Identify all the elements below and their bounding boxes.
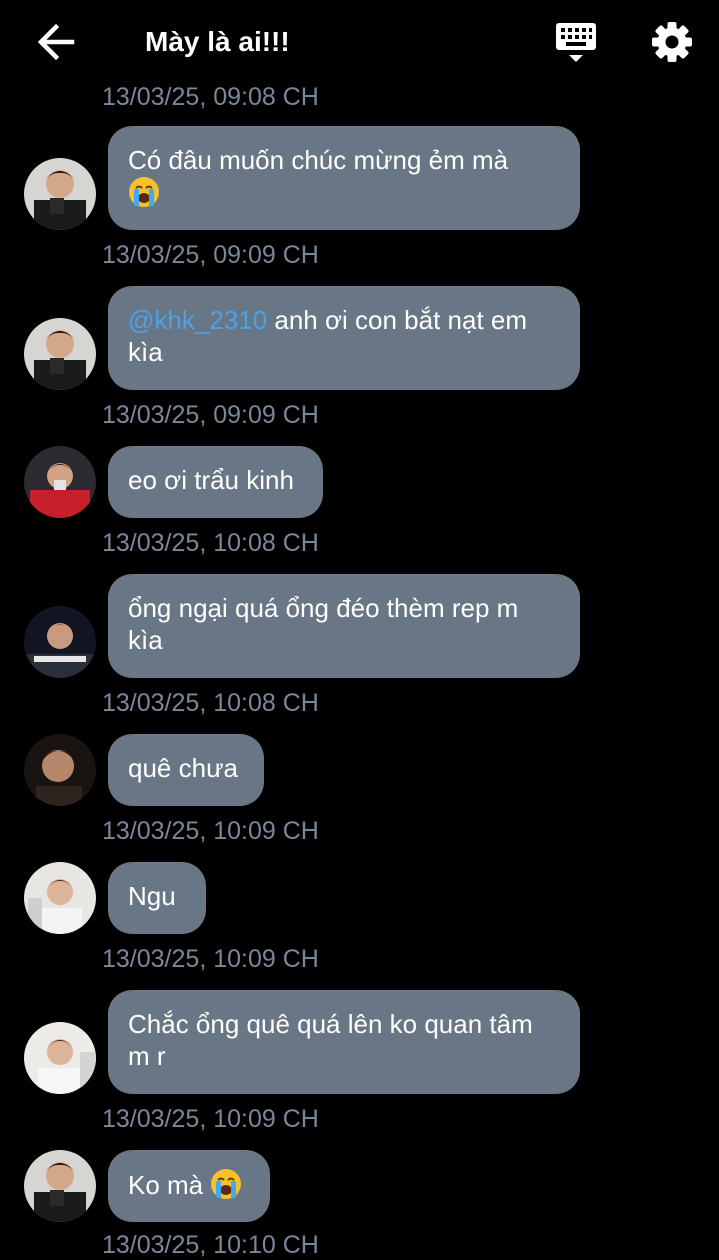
sender-avatar[interactable] — [24, 734, 96, 806]
top-app-bar: Mày là ai!!! — [0, 0, 719, 86]
message-bubble[interactable]: Ngu — [108, 862, 206, 934]
message-bubble[interactable]: Có đâu muốn chúc mừng ẻm mà — [108, 126, 580, 230]
message-bubble[interactable]: quê chưa — [108, 734, 264, 806]
message-timestamp: 13/03/25, 10:08 CH — [102, 529, 319, 557]
avatar-image — [24, 1022, 96, 1094]
arrow-left-icon — [37, 23, 75, 61]
message-timestamp: 13/03/25, 10:09 CH — [102, 817, 319, 845]
avatar-image — [24, 734, 96, 806]
message-bubble[interactable]: @khk_2310 anh ơi con bắt nạt em kìa — [108, 286, 580, 390]
message-text: quê chưa — [128, 753, 238, 783]
sender-avatar[interactable] — [24, 862, 96, 934]
chat-title: Mày là ai!!! — [145, 26, 290, 57]
avatar-image — [24, 158, 96, 230]
user-mention-link[interactable]: @khk_2310 — [128, 305, 267, 335]
message-bubble[interactable]: eo ơi trẩu kinh — [108, 446, 323, 518]
message-text: ổng ngại quá ổng đéo thèm rep m kìa — [128, 593, 519, 655]
sender-avatar[interactable] — [24, 606, 96, 678]
message-text: eo ơi trẩu kinh — [128, 465, 294, 495]
avatar-image — [24, 1150, 96, 1222]
avatar-image — [24, 606, 96, 678]
message-bubble[interactable]: Ko mà — [108, 1150, 270, 1222]
message-text: Ko mà — [128, 1170, 204, 1200]
crying-emoji-icon — [128, 176, 160, 215]
sender-avatar[interactable] — [24, 158, 96, 230]
back-button[interactable] — [34, 22, 78, 62]
avatar-image — [24, 318, 96, 390]
message-timestamp: 13/03/25, 10:09 CH — [102, 945, 319, 973]
message-timestamp: 13/03/25, 10:08 CH — [102, 689, 319, 717]
gear-icon — [652, 22, 692, 62]
settings-button[interactable] — [648, 18, 696, 66]
sender-avatar[interactable] — [24, 1022, 96, 1094]
message-timestamp: 13/03/25, 09:09 CH — [102, 401, 319, 429]
sender-avatar[interactable] — [24, 318, 96, 390]
message-text: Chắc ổng quê quá lên ko quan tâm m r — [128, 1009, 533, 1071]
message-bubble[interactable]: ổng ngại quá ổng đéo thèm rep m kìa — [108, 574, 580, 678]
message-timestamp: 13/03/25, 09:09 CH — [102, 241, 319, 269]
message-text: Có đâu muốn chúc mừng ẻm mà — [128, 145, 509, 175]
message-text: Ngu — [128, 881, 176, 911]
avatar-image — [24, 862, 96, 934]
sender-avatar[interactable] — [24, 1150, 96, 1222]
crying-emoji-icon — [210, 1168, 242, 1207]
message-timestamp: 13/03/25, 09:08 CH — [102, 83, 319, 111]
message-timestamp: 13/03/25, 10:09 CH — [102, 1105, 319, 1133]
keyboard-toggle-button[interactable] — [552, 20, 600, 66]
message-timestamp: 13/03/25, 10:10 CH — [102, 1231, 319, 1259]
avatar-image — [24, 446, 96, 518]
keyboard-icon — [556, 23, 596, 62]
sender-avatar[interactable] — [24, 446, 96, 518]
message-bubble[interactable]: Chắc ổng quê quá lên ko quan tâm m r — [108, 990, 580, 1094]
